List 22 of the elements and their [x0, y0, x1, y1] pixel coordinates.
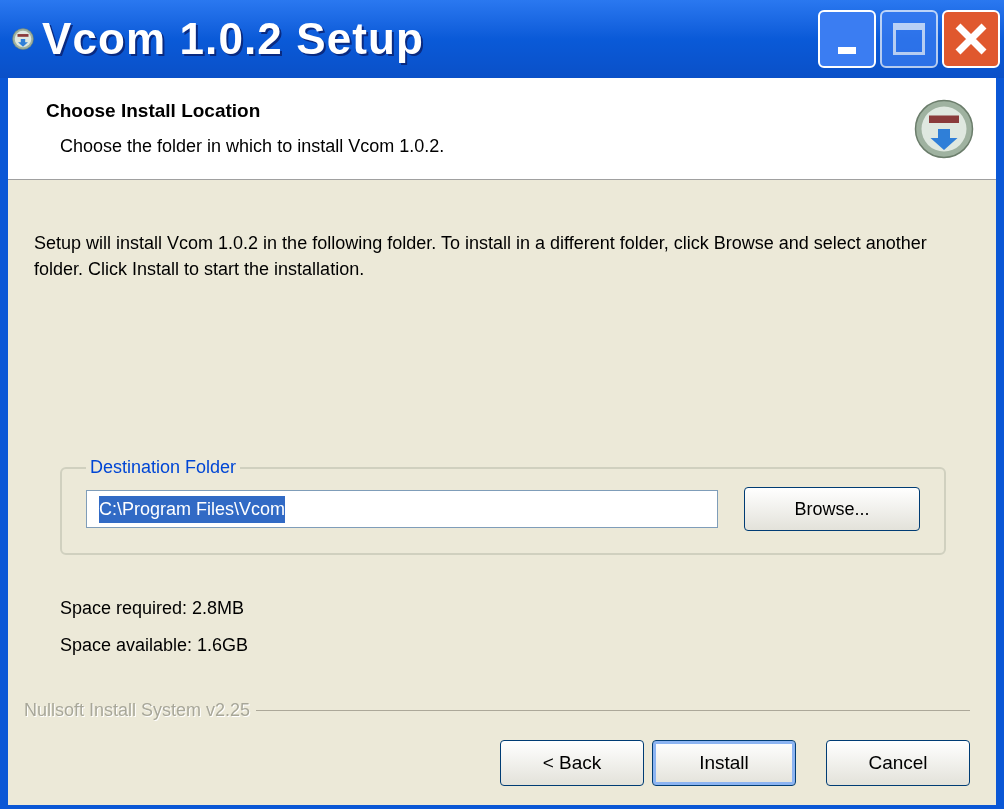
branding-text: Nullsoft Install System v2.25	[24, 699, 251, 722]
minimize-icon	[838, 47, 856, 54]
path-field[interactable]: C:\Program Files\Vcom	[86, 490, 718, 528]
close-icon	[954, 22, 988, 56]
installer-icon	[12, 28, 34, 50]
intro-text: Setup will install Vcom 1.0.2 in the following folder. To install in a different folder, click Browse and select another folder. Click Install to start the installation.	[34, 232, 928, 281]
space-info: Space available: 1.6GB	[60, 634, 250, 657]
maximize-icon	[893, 23, 925, 55]
dialog-button[interactable]: < Back	[500, 740, 644, 786]
installer-icon	[914, 98, 974, 159]
close-button[interactable]	[942, 10, 1000, 68]
window-title: Vcom 1.0.2 Setup	[42, 13, 424, 65]
page-subtitle: Choose the folder in which to install Vcom 1.0.2.	[59, 135, 446, 159]
path-value: C:\Program Files\Vcom	[99, 495, 286, 523]
group-legend: Destination Folder	[86, 454, 241, 481]
dialog-button[interactable]: Cancel	[826, 740, 970, 786]
dialog-button[interactable]: Install	[652, 740, 796, 786]
space-info: Space required: 2.8MB	[60, 597, 246, 620]
maximize-button[interactable]	[880, 10, 938, 68]
page-title: Choose Install Location	[46, 98, 262, 123]
browse-button[interactable]: Browse...	[744, 487, 920, 531]
minimize-button[interactable]	[818, 10, 876, 68]
